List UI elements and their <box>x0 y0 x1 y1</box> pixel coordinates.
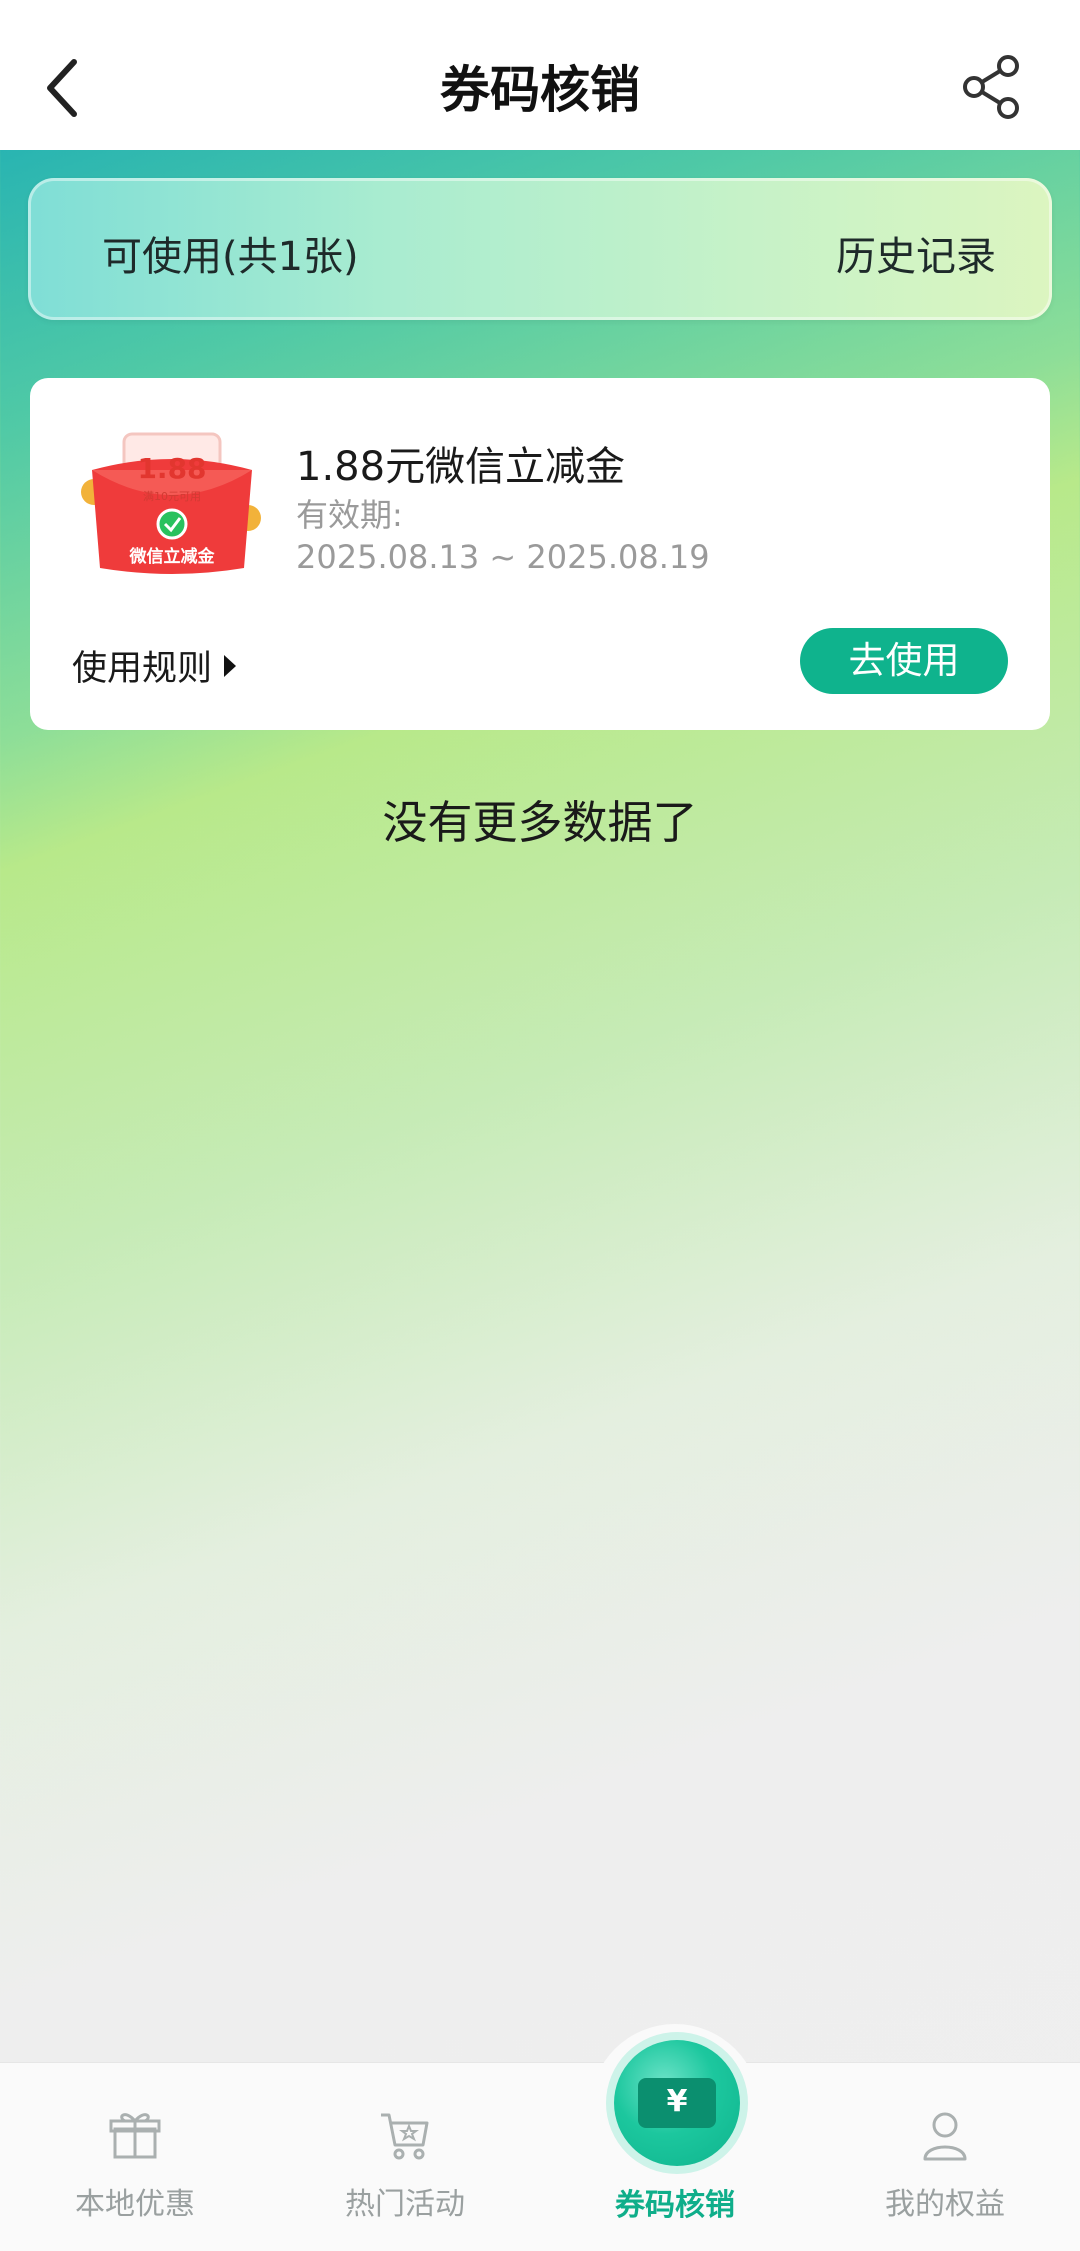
nav-label-my-benefits: 我的权益 <box>885 2187 1005 2222</box>
nav-item-hot-activities[interactable]: 热门活动 <box>270 2063 540 2251</box>
validity-range: 2025.08.13 ~ 2025.08.19 <box>296 538 710 576</box>
tab-available[interactable]: 可使用(共1张) <box>102 224 359 282</box>
nav-item-coupon-redeem[interactable]: ¥ <box>614 2040 740 2166</box>
top-header: 券码核销 <box>0 0 1080 150</box>
coupon-name: 1.88元微信立减金 <box>296 444 626 490</box>
coupon-image-amount: 1.88 <box>137 452 206 485</box>
list-end-text: 没有更多数据了 <box>382 796 698 849</box>
nav-label-hot-activities: 热门活动 <box>345 2187 465 2222</box>
tab-history[interactable]: 历史记录 <box>836 224 996 282</box>
nav-item-local-offers[interactable]: 本地优惠 <box>0 2063 270 2251</box>
usage-rules-link[interactable]: 使用规则 <box>72 640 237 691</box>
user-icon <box>923 2112 967 2161</box>
ticket-icon: ¥ <box>638 2078 716 2128</box>
nav-label-coupon-redeem: 券码核销 <box>615 2188 735 2223</box>
page-title: 券码核销 <box>440 61 640 119</box>
validity-label: 有效期: <box>296 496 403 534</box>
coupon-image: 1.88 满10元可用 微信立减金 <box>72 420 272 590</box>
share-icon <box>963 55 1019 119</box>
nav-label-local-offers: 本地优惠 <box>75 2187 195 2222</box>
usage-rules-label: 使用规则 <box>72 649 213 689</box>
share-button[interactable] <box>960 54 1024 120</box>
caret-right-icon <box>224 654 237 677</box>
gift-icon <box>109 2113 161 2159</box>
cart-icon <box>381 2113 429 2160</box>
coupon-image-condition: 满10元可用 <box>143 490 201 503</box>
use-coupon-button[interactable]: 去使用 <box>800 628 1008 694</box>
coupon-image-label: 微信立减金 <box>129 546 216 567</box>
coupon-status-tabs: 可使用(共1张) 历史记录 <box>28 178 1052 320</box>
coupon-card: 1.88 满10元可用 微信立减金 1.88元微信立减金 有效期: 2025.0… <box>30 378 1050 730</box>
nav-item-my-benefits[interactable]: 我的权益 <box>810 2063 1080 2251</box>
